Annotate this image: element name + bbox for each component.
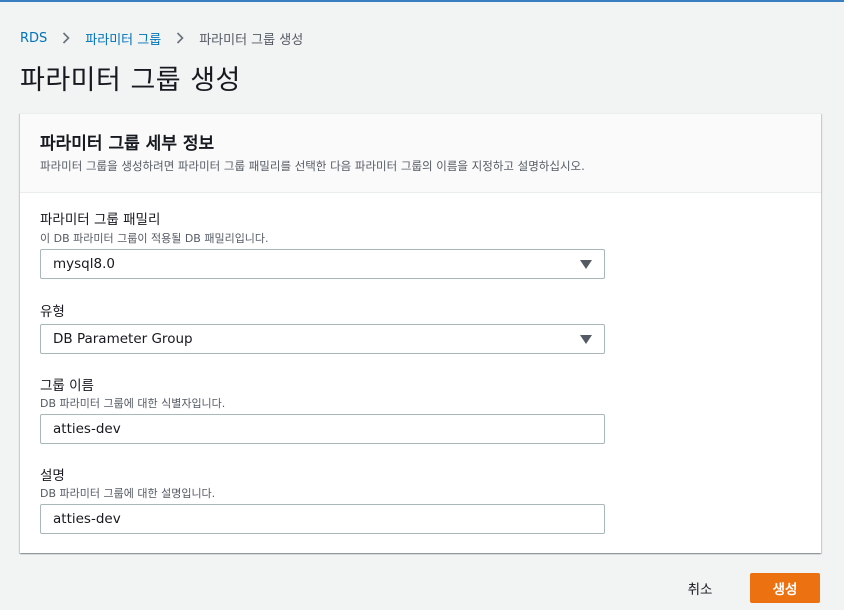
- top-accent-bar: [0, 0, 844, 2]
- panel-description: 파라미터 그룹을 생성하려면 파라미터 그룹 패밀리를 선택한 다음 파라미터 …: [40, 159, 585, 173]
- group-name-input[interactable]: [40, 414, 605, 444]
- type-select-value: DB Parameter Group: [53, 331, 193, 347]
- create-button[interactable]: 생성: [750, 573, 820, 603]
- chevron-right-icon: [47, 32, 85, 44]
- panel-title: 파라미터 그룹 세부 정보: [40, 134, 215, 154]
- breadcrumb-rds-link[interactable]: RDS: [20, 31, 47, 46]
- breadcrumb-current: 파라미터 그룹 생성: [199, 32, 304, 48]
- group-name-description: DB 파라미터 그룹에 대한 식별자입니다.: [40, 397, 226, 410]
- breadcrumb: RDS 파라미터 그룹 파라미터 그룹 생성: [20, 29, 304, 48]
- breadcrumb-parameter-groups-link[interactable]: 파라미터 그룹: [85, 29, 161, 48]
- family-select-value: mysql8.0: [53, 256, 115, 272]
- cancel-button[interactable]: 취소: [668, 573, 732, 603]
- caret-down-icon: [580, 335, 592, 344]
- group-name-label: 그룹 이름: [40, 378, 94, 394]
- parameter-group-details-panel: 파라미터 그룹 세부 정보 파라미터 그룹을 생성하려면 파라미터 그룹 패밀리…: [20, 113, 821, 553]
- page-title: 파라미터 그룹 생성: [20, 65, 241, 96]
- type-select[interactable]: DB Parameter Group: [40, 324, 605, 354]
- family-select[interactable]: mysql8.0: [40, 249, 605, 279]
- description-help: DB 파라미터 그룹에 대한 설명입니다.: [40, 487, 216, 500]
- family-description: 이 DB 파라미터 그룹이 적용될 DB 패밀리입니다.: [40, 232, 269, 245]
- panel-header: 파라미터 그룹 세부 정보 파라미터 그룹을 생성하려면 파라미터 그룹 패밀리…: [20, 114, 821, 193]
- family-label: 파라미터 그룹 패밀리: [40, 212, 161, 228]
- caret-down-icon: [580, 260, 592, 269]
- description-label: 설명: [40, 468, 65, 484]
- description-input[interactable]: [40, 504, 605, 534]
- type-label: 유형: [40, 304, 65, 320]
- chevron-right-icon: [161, 32, 199, 44]
